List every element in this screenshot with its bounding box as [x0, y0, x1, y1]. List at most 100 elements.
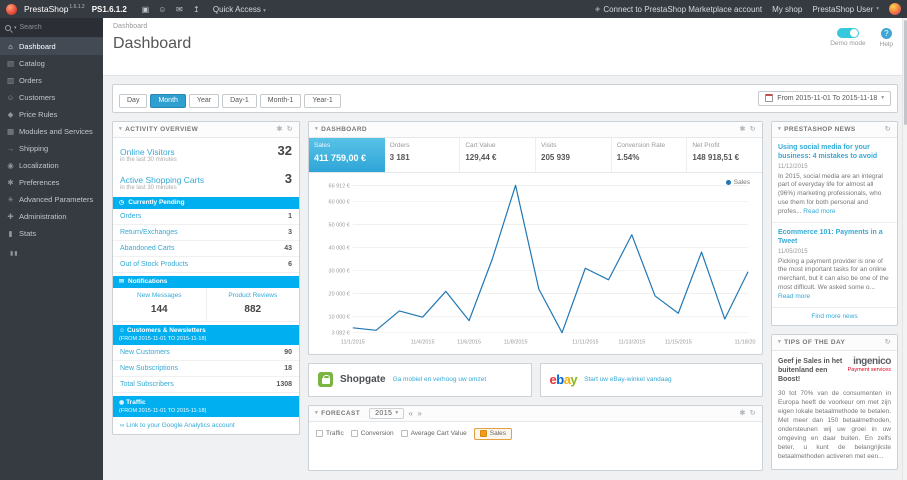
- breadcrumb[interactable]: Dashboard: [113, 23, 897, 30]
- news-article-title[interactable]: Ecommerce 101: Payments in a Tweet: [778, 228, 891, 246]
- forecast-metric-average-cart-value[interactable]: Average Cart Value: [400, 430, 467, 437]
- shop-name-link[interactable]: PS1.6.1.2: [92, 5, 127, 14]
- kpi-orders[interactable]: Orders 3 181: [385, 137, 461, 172]
- gear-icon[interactable]: ✱: [276, 125, 282, 133]
- page-scrollbar[interactable]: [902, 18, 907, 480]
- refresh-icon[interactable]: ↻: [750, 125, 756, 133]
- sidebar-item-label: Advanced Parameters: [19, 195, 94, 204]
- currently-pending-header: ◷ Currently Pending: [113, 196, 299, 209]
- gear-icon[interactable]: ✱: [739, 409, 745, 417]
- sidebar-item-localization[interactable]: ◉ Localization: [0, 157, 103, 174]
- kpi-net-profit[interactable]: Net Profit 148 918,51 €: [687, 138, 762, 172]
- period-button-month-1[interactable]: Month-1: [259, 93, 302, 108]
- sidebar-item-catalog[interactable]: ▤ Catalog: [0, 55, 103, 72]
- quick-access-menu[interactable]: Quick Access ▾: [213, 5, 266, 14]
- sidebar-item-orders[interactable]: ▥ Orders: [0, 72, 103, 89]
- my-shop-link[interactable]: My shop: [772, 5, 802, 14]
- help-icon[interactable]: ?: [880, 28, 892, 39]
- read-more-link[interactable]: Read more: [803, 208, 835, 215]
- out-of-stock-products-link[interactable]: Out of Stock Products: [120, 261, 188, 268]
- panel-header: ▾ Activity overview ✱ ↻: [113, 121, 299, 138]
- refresh-icon[interactable]: ↻: [750, 409, 756, 417]
- avatar[interactable]: [889, 3, 901, 15]
- activity-overview-panel: ▾ Activity overview ✱ ↻ Online Visitors 32…: [112, 120, 300, 436]
- sidebar-item-modules-and-services[interactable]: ▦ Modules and Services: [0, 123, 103, 140]
- chevron-down-icon[interactable]: ▾: [315, 410, 318, 416]
- chevron-down-icon[interactable]: ▾: [778, 339, 781, 345]
- kpi-cart-value[interactable]: Cart Value 129,44 €: [460, 137, 537, 172]
- refresh-icon[interactable]: ↻: [885, 338, 891, 346]
- launch-icon[interactable]: ↥: [189, 5, 204, 14]
- kpi-value: 129,44 €: [465, 152, 497, 162]
- total-subscribers-link[interactable]: Total Subscribers: [120, 381, 174, 388]
- stats-icon: ▮: [8, 229, 13, 238]
- user-menu[interactable]: PrestaShop User ▾: [812, 5, 879, 14]
- period-button-day[interactable]: Day: [119, 93, 148, 108]
- ebay-ad[interactable]: ebay Start uw eBay-winkel vandaag: [539, 362, 763, 397]
- forecast-metric-conversion[interactable]: Conversion: [350, 430, 394, 437]
- marketplace-link[interactable]: ◈ Connect to PrestaShop Marketplace accou…: [595, 5, 762, 14]
- product-reviews-cell[interactable]: Product Reviews 882: [207, 288, 300, 321]
- new-messages-cell[interactable]: New Messages 144: [113, 287, 207, 321]
- return-exchanges-link[interactable]: Return/Exchanges: [120, 229, 178, 236]
- period-button-year-1[interactable]: Year-1: [304, 93, 341, 108]
- chevron-down-icon[interactable]: ▾: [14, 25, 17, 31]
- shopgate-link[interactable]: Ga mobiel en verhoog uw omzet: [393, 376, 487, 384]
- link-icon: ∞: [120, 423, 125, 430]
- read-more-link[interactable]: Read more: [778, 293, 810, 300]
- panel-header: ▾ Dashboard ✱ ↻: [309, 121, 762, 138]
- sidebar-item-customers[interactable]: ☺ Customers: [0, 89, 103, 106]
- kpi-visits[interactable]: Visits 205 939: [536, 137, 612, 172]
- refresh-icon[interactable]: ↻: [287, 125, 293, 133]
- previous-year-button[interactable]: «: [408, 409, 413, 418]
- sidebar-item-stats[interactable]: ▮ Stats: [0, 225, 103, 242]
- sidebar-item-label: Localization: [19, 161, 59, 170]
- new-subscriptions-link[interactable]: New Subscriptions: [120, 365, 178, 372]
- sidebar-search[interactable]: ▾: [0, 18, 103, 38]
- year-select[interactable]: 2015 ▾: [369, 407, 405, 419]
- sidebar-item-dashboard[interactable]: ⌂ Dashboard: [0, 38, 103, 55]
- abandoned-carts-link[interactable]: Abandoned Carts: [120, 245, 174, 252]
- find-more-news-link[interactable]: Find more news: [772, 308, 897, 325]
- svg-text:30 000 €: 30 000 €: [329, 268, 350, 274]
- sidebar-item-preferences[interactable]: ✱ Preferences: [0, 174, 103, 191]
- period-button-day-1[interactable]: Day-1: [222, 93, 257, 108]
- chevron-down-icon[interactable]: ▾: [119, 126, 122, 132]
- search-input[interactable]: [19, 24, 82, 31]
- new-customers-link[interactable]: New Customers: [120, 349, 170, 356]
- orders-link[interactable]: Orders: [120, 213, 141, 220]
- period-button-month[interactable]: Month: [150, 93, 186, 108]
- header-tools: Demo mode ? Help: [830, 28, 893, 48]
- catalog-icon: ▤: [6, 59, 15, 68]
- news-article-title[interactable]: Using social media for your business: 4 …: [778, 143, 891, 161]
- sidebar-item-advanced-parameters[interactable]: ✳ Advanced Parameters: [0, 191, 103, 208]
- next-year-button[interactable]: »: [417, 409, 422, 418]
- sidebar-item-administration[interactable]: ✚ Administration: [0, 208, 103, 225]
- cart-icon[interactable]: ▣: [138, 5, 153, 14]
- kpi-sales[interactable]: Sales 411 759,00 €: [309, 137, 385, 172]
- forecast-metric-sales[interactable]: Sales: [473, 427, 512, 440]
- date-range-picker[interactable]: From 2015-11-01 To 2015-11-18 ▾: [758, 90, 891, 106]
- mail-icon[interactable]: ✉: [172, 5, 187, 14]
- chart-legend[interactable]: Sales: [725, 179, 750, 186]
- period-button-year[interactable]: Year: [188, 93, 220, 108]
- gear-icon[interactable]: ✱: [739, 125, 745, 133]
- sidebar-item-label: Modules and Services: [19, 127, 93, 136]
- chevron-down-icon[interactable]: ▾: [315, 126, 318, 132]
- active-carts-link[interactable]: Active Shopping Carts: [120, 175, 204, 185]
- forecast-metric-traffic[interactable]: Traffic: [316, 430, 344, 437]
- google-analytics-link[interactable]: ∞ Link to your Google Analytics account: [120, 422, 235, 429]
- sidebar-item-price-rules[interactable]: ◆ Price Rules: [0, 106, 103, 123]
- kpi-conversion-rate[interactable]: Conversion Rate 1.54%: [612, 137, 688, 172]
- sidebar-item-shipping[interactable]: → Shipping: [0, 140, 103, 157]
- shopgate-ad[interactable]: Shopgate Ga mobiel en verhoog uw omzet: [308, 362, 532, 397]
- online-visitors-link[interactable]: Online Visitors: [120, 147, 175, 157]
- ebay-link[interactable]: Start uw eBay-winkel vandaag: [584, 376, 671, 384]
- collapse-menu-button[interactable]: ▮▮: [0, 242, 103, 257]
- panel-title: Tips of the day: [784, 338, 846, 346]
- people-icon: ☺: [119, 328, 126, 334]
- user-icon[interactable]: ☺: [155, 5, 170, 14]
- demo-mode-toggle[interactable]: [836, 28, 859, 38]
- refresh-icon[interactable]: ↻: [885, 125, 891, 133]
- chevron-down-icon[interactable]: ▾: [778, 126, 781, 132]
